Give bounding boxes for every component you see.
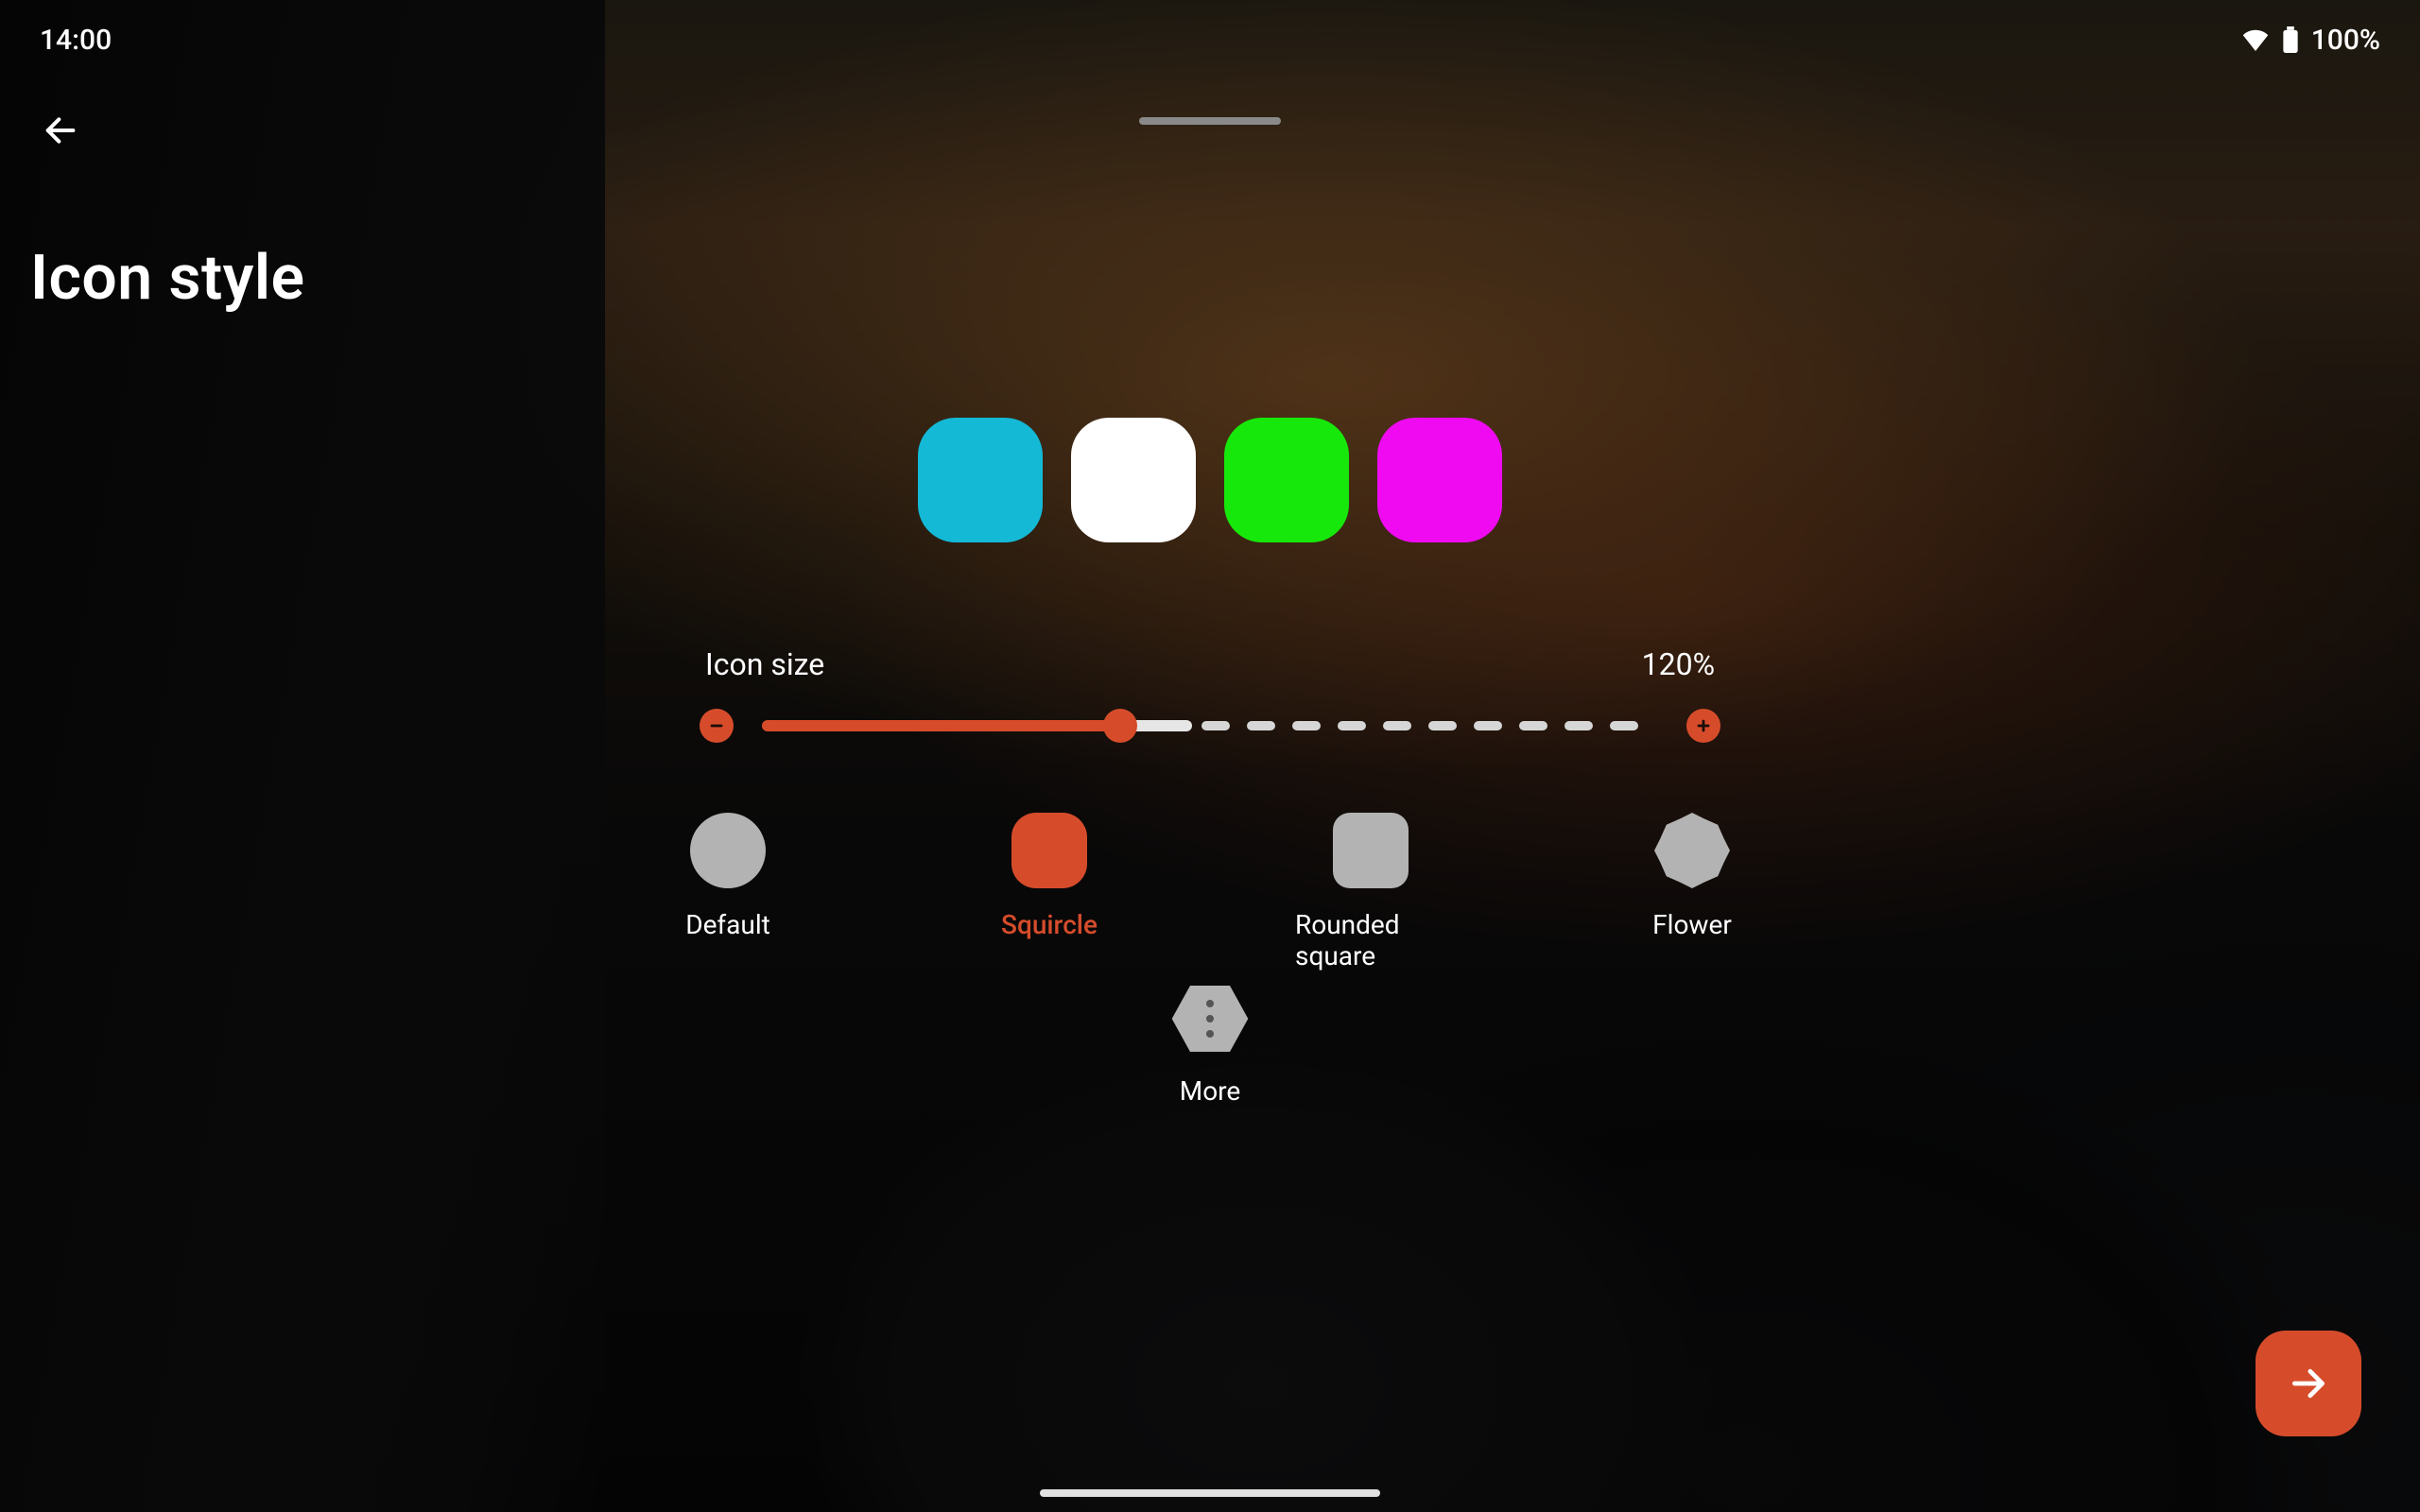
preview-icon-1 bbox=[1071, 418, 1196, 542]
status-bar: 14:00 100% bbox=[0, 17, 2420, 62]
status-battery-text: 100% bbox=[2311, 24, 2380, 57]
plus-icon bbox=[1693, 715, 1714, 736]
shape-label-more: More bbox=[1180, 1075, 1241, 1107]
more-dots-icon bbox=[1206, 1000, 1214, 1038]
flower-icon bbox=[1654, 813, 1730, 888]
preview-icon-0 bbox=[918, 418, 1043, 542]
icon-size-slider[interactable] bbox=[762, 720, 1658, 731]
decrease-size-button[interactable] bbox=[700, 709, 734, 743]
slider-fill bbox=[762, 720, 1120, 731]
shape-options-row: Default Squircle Rounded square Flower bbox=[652, 813, 1768, 971]
hexagon-icon bbox=[1170, 983, 1250, 1055]
next-button[interactable] bbox=[2256, 1331, 2361, 1436]
status-time: 14:00 bbox=[40, 24, 112, 57]
slider-thumb[interactable] bbox=[1103, 709, 1137, 743]
icon-preview-row bbox=[918, 418, 1502, 542]
page-title: Icon style bbox=[30, 242, 305, 315]
shape-option-flower[interactable]: Flower bbox=[1616, 813, 1768, 940]
shape-more-row: More bbox=[1170, 983, 1250, 1107]
shape-option-default[interactable]: Default bbox=[652, 813, 804, 940]
increase-size-button[interactable] bbox=[1686, 709, 1720, 743]
squircle-icon bbox=[1011, 813, 1087, 888]
rounded-square-icon bbox=[1333, 813, 1409, 888]
preview-icon-2 bbox=[1224, 418, 1349, 542]
drag-handle[interactable] bbox=[1139, 117, 1281, 125]
shape-label-rounded-square: Rounded square bbox=[1295, 909, 1446, 971]
arrow-right-icon bbox=[2288, 1363, 2329, 1404]
shape-label-flower: Flower bbox=[1652, 909, 1732, 940]
shape-option-more[interactable]: More bbox=[1170, 983, 1250, 1107]
status-right: 100% bbox=[2241, 24, 2380, 57]
shape-label-default: Default bbox=[685, 909, 770, 940]
dim-overlay bbox=[0, 0, 2420, 1512]
icon-size-value: 120% bbox=[1642, 646, 1715, 682]
shape-option-squircle[interactable]: Squircle bbox=[974, 813, 1125, 940]
preview-icon-3 bbox=[1377, 418, 1502, 542]
battery-icon bbox=[2283, 26, 2298, 53]
shape-label-squircle: Squircle bbox=[1001, 909, 1098, 940]
circle-icon bbox=[690, 813, 766, 888]
shape-option-rounded-square[interactable]: Rounded square bbox=[1295, 813, 1446, 971]
gesture-nav-bar[interactable] bbox=[1040, 1489, 1380, 1497]
back-button[interactable] bbox=[30, 100, 91, 161]
icon-size-label: Icon size bbox=[705, 646, 824, 682]
wifi-icon bbox=[2241, 28, 2270, 51]
minus-icon bbox=[706, 715, 727, 736]
slider-dashes bbox=[1201, 720, 1658, 731]
icon-size-section: Icon size 120% bbox=[700, 646, 1720, 743]
arrow-left-icon bbox=[42, 112, 79, 149]
